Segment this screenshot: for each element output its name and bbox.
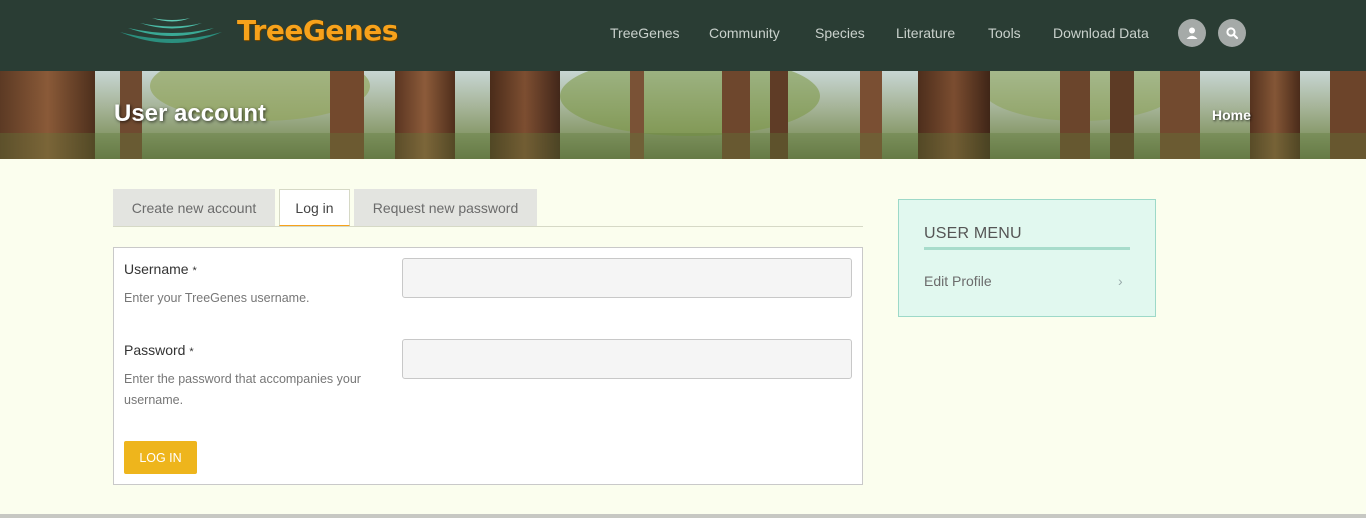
- password-label: Password *: [124, 342, 194, 358]
- password-help: Enter the password that accompanies your…: [124, 372, 361, 407]
- user-account-button[interactable]: [1178, 19, 1206, 47]
- main-nav: TreeGenes Community Species Literature T…: [0, 25, 1366, 45]
- user-menu-block: USER MENU Edit Profile ›: [898, 199, 1156, 317]
- chevron-right-icon: ›: [1118, 273, 1123, 289]
- footer-divider: [0, 514, 1366, 518]
- tab-log-in[interactable]: Log in: [279, 189, 350, 226]
- page-banner: User account Home: [0, 71, 1366, 159]
- username-input[interactable]: [402, 258, 852, 298]
- tabs-divider: [113, 226, 863, 227]
- nav-item-literature[interactable]: Literature: [896, 25, 955, 41]
- user-menu-title: USER MENU: [924, 225, 1022, 242]
- site-header: TreeGenes TreeGenes Community Species Li…: [0, 0, 1366, 71]
- nav-item-download-data[interactable]: Download Data: [1053, 25, 1149, 41]
- nav-item-treegenes[interactable]: TreeGenes: [610, 25, 680, 41]
- password-input[interactable]: [402, 339, 852, 379]
- username-label: Username *: [124, 261, 197, 277]
- tab-request-new-password[interactable]: Request new password: [354, 189, 537, 226]
- tab-create-new-account[interactable]: Create new account: [113, 189, 275, 226]
- breadcrumb-home[interactable]: Home: [1212, 107, 1251, 123]
- user-menu-underline: [924, 247, 1130, 250]
- username-help: Enter your TreeGenes username.: [124, 291, 310, 305]
- menu-item-edit-profile[interactable]: Edit Profile: [924, 273, 992, 289]
- search-button[interactable]: [1218, 19, 1246, 47]
- log-in-button[interactable]: LOG IN: [124, 441, 197, 474]
- nav-item-species[interactable]: Species: [815, 25, 865, 41]
- nav-item-community[interactable]: Community: [709, 25, 780, 41]
- user-icon: [1186, 27, 1198, 39]
- search-icon: [1226, 27, 1239, 40]
- page-title: User account: [114, 100, 267, 127]
- nav-item-tools[interactable]: Tools: [988, 25, 1021, 41]
